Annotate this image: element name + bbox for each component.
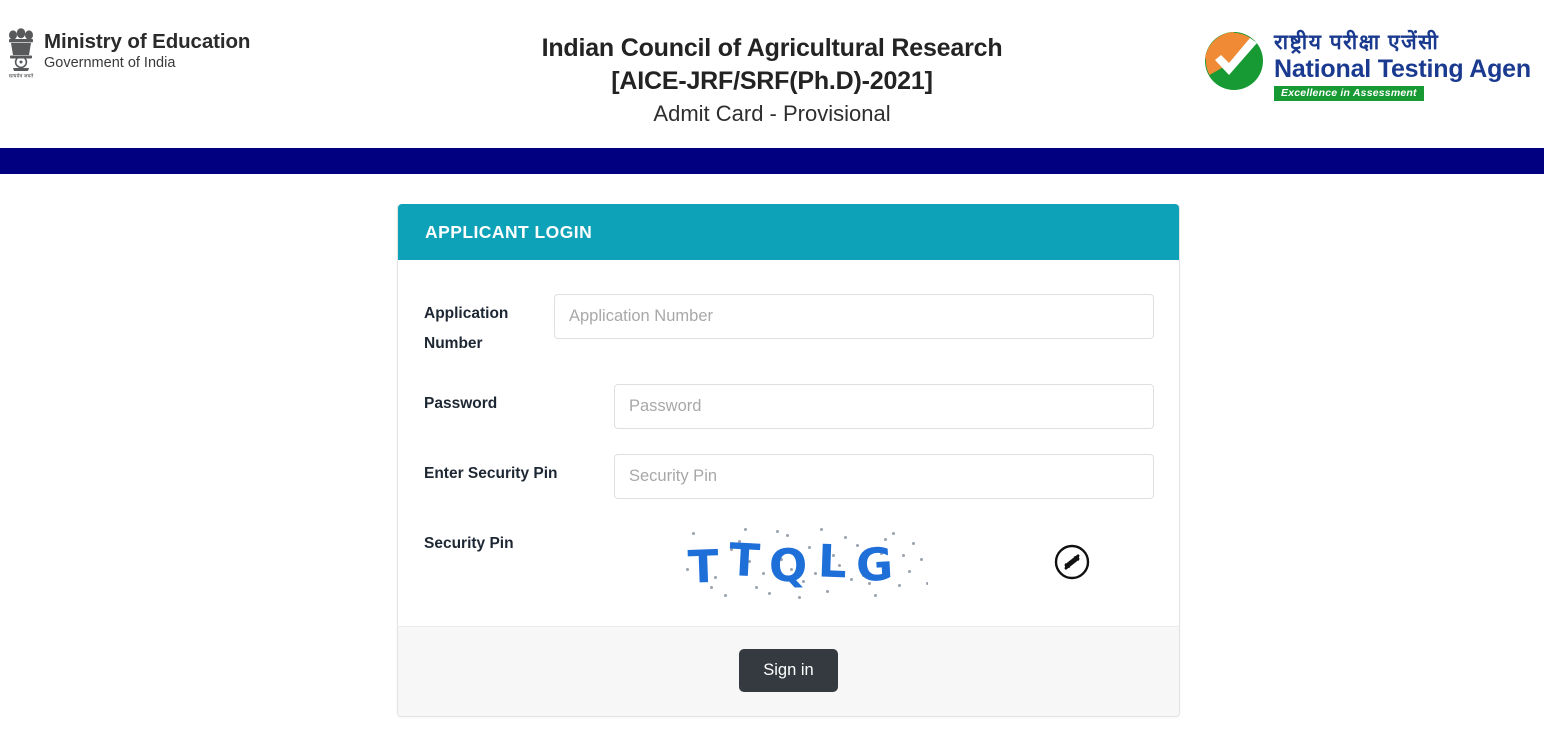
ashoka-emblem-icon: सत्यमेव जयते <box>4 28 38 80</box>
nta-name-english: National Testing Agen <box>1274 55 1531 84</box>
refresh-captcha-button[interactable] <box>1053 543 1091 581</box>
form-row-application-number: Application Number <box>424 294 1154 359</box>
refresh-circle-icon <box>1053 543 1091 581</box>
form-row-captcha: Security Pin TTQLG <box>424 524 1154 601</box>
sign-in-button[interactable]: Sign in <box>739 649 838 693</box>
password-input[interactable] <box>614 384 1154 430</box>
nta-tagline: Excellence in Assessment <box>1274 86 1424 102</box>
nta-checkmark-logo-icon <box>1203 30 1265 92</box>
captcha-characters: TTQLG <box>687 533 905 595</box>
enter-security-pin-label: Enter Security Pin <box>424 465 558 483</box>
form-row-password: Password <box>424 384 1154 430</box>
nta-name-hindi: राष्ट्रीय परीक्षा एजेंसी <box>1274 31 1440 54</box>
main-content: APPLICANT LOGIN Application Number Passw… <box>0 174 1544 732</box>
navigation-bar <box>0 148 1544 174</box>
ministry-subtitle: Government of India <box>44 54 176 71</box>
ministry-title: Ministry of Education <box>44 30 251 53</box>
ministry-of-education-logo: सत्यमेव जयते Ministry of Education Gover… <box>4 28 250 80</box>
password-label: Password <box>424 395 498 413</box>
application-number-input[interactable] <box>554 294 1154 339</box>
security-pin-input[interactable] <box>614 454 1154 500</box>
applicant-login-panel: APPLICANT LOGIN Application Number Passw… <box>397 204 1180 718</box>
login-form: Application Number Password Enter Securi… <box>398 260 1179 627</box>
svg-text:सत्यमेव जयते: सत्यमेव जयते <box>9 73 34 80</box>
application-number-label: Application Number <box>424 305 509 353</box>
captcha-image: TTQLG <box>680 524 928 601</box>
national-testing-agency-logo: राष्ट्रीय परीक्षा एजेंसी National Testin… <box>1203 28 1544 114</box>
page-header: सत्यमेव जयते Ministry of Education Gover… <box>0 0 1544 148</box>
panel-header: APPLICANT LOGIN <box>398 204 1179 260</box>
panel-footer: Sign in <box>398 626 1179 717</box>
form-row-security-pin-entry: Enter Security Pin <box>424 454 1154 500</box>
security-pin-captcha-label: Security Pin <box>424 535 514 553</box>
panel-header-title: APPLICANT LOGIN <box>425 221 593 242</box>
